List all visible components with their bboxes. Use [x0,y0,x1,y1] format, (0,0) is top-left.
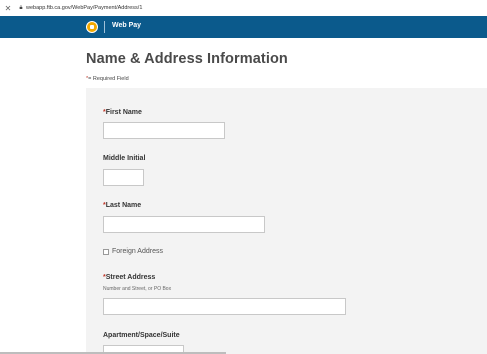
browser-address-bar: ✕ 🔒︎ webapp.ftb.ca.gov/WebPay/Payment/Ad… [0,0,487,16]
last-name-label: *Last Name [103,202,142,209]
site-header: Web Pay [0,16,487,38]
close-icon[interactable]: ✕ [0,4,16,13]
first-name-input[interactable] [103,122,225,139]
ftb-logo-icon [86,21,98,33]
page-title: Name & Address Information [86,51,288,67]
middle-initial-label: Middle Initial [103,155,146,162]
form-panel: *First Name Middle Initial *Last Name Fo… [86,88,487,354]
lock-icon: 🔒︎ [19,4,23,11]
foreign-address-toggle[interactable]: Foreign Address [103,248,163,255]
foreign-address-label: Foreign Address [112,248,163,255]
street-address-input[interactable] [103,298,346,315]
required-field-note: *= Required Field [86,76,129,82]
first-name-label: *First Name [103,109,142,116]
foreign-address-checkbox[interactable] [103,248,109,255]
street-address-hint: Number and Street, or PO Box [103,286,172,292]
middle-initial-input[interactable] [103,169,144,186]
street-address-label: *Street Address [103,274,156,281]
apartment-label: Apartment/Space/Suite [103,332,180,339]
header-divider [104,21,105,33]
last-name-input[interactable] [103,216,265,233]
url-text[interactable]: webapp.ftb.ca.gov/WebPay/Payment/Address… [26,5,142,11]
app-title: Web Pay [112,22,142,29]
